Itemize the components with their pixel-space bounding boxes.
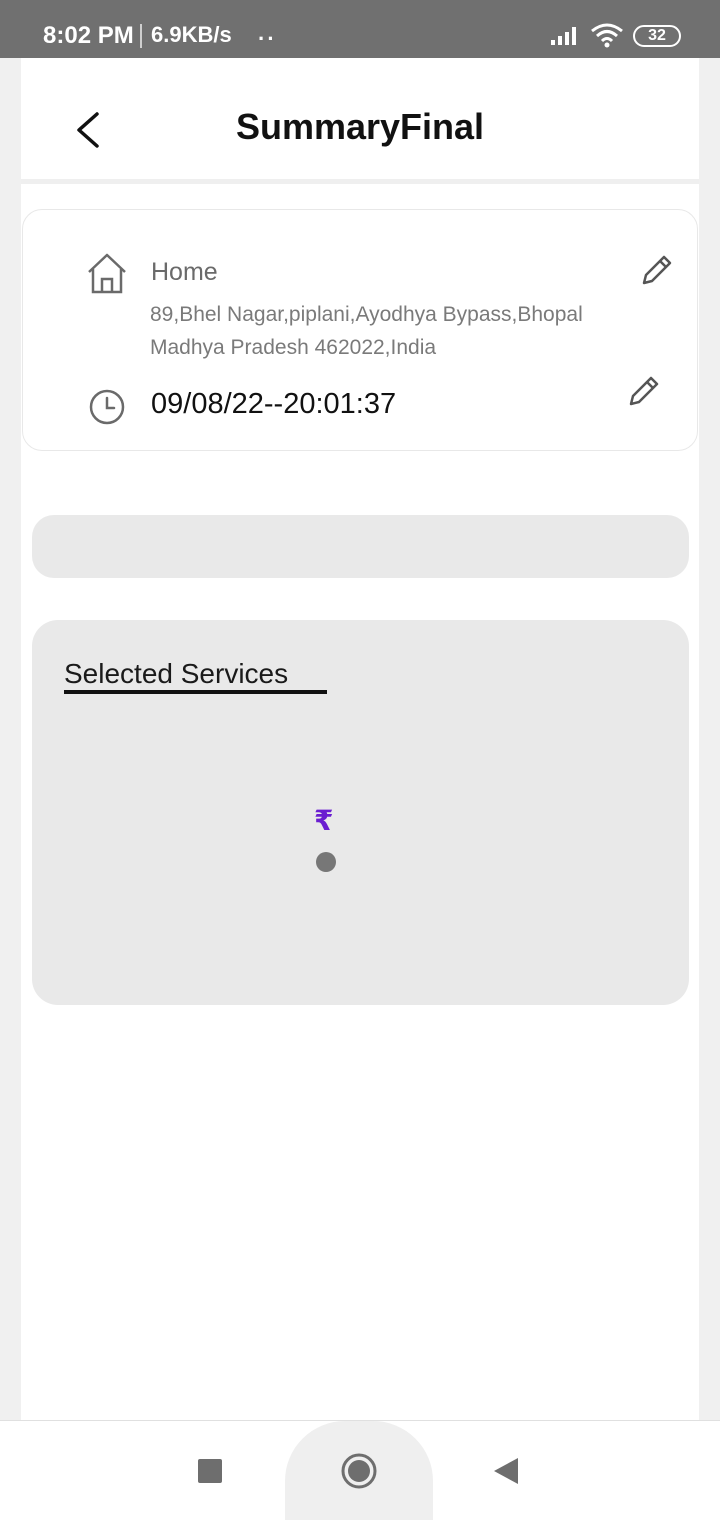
home-button[interactable] [340, 1452, 378, 1490]
schedule-datetime: 09/08/22--20:01:37 [151, 388, 397, 420]
address-line-2: Madhya Pradesh 462022,India [150, 336, 437, 359]
battery-icon: 32 [633, 25, 681, 47]
selected-services-card: Selected Services ₹ [32, 620, 689, 1005]
status-time: 8:02 PM [43, 22, 134, 49]
edit-datetime-pencil-icon[interactable] [627, 374, 661, 408]
address-card: Home 89,Bhel Nagar,piplani,Ayodhya Bypas… [22, 209, 698, 451]
summary-screen: SummaryFinal Home 89,Bhel Nagar,piplani,… [21, 58, 699, 1420]
address-line-1: 89,Bhel Nagar,piplani,Ayodhya Bypass,Bho… [150, 303, 583, 326]
title-underline [64, 690, 327, 694]
selected-services-title: Selected Services [64, 658, 289, 689]
notification-dots: ·· [258, 26, 277, 51]
placeholder-bar [32, 515, 689, 578]
home-icon [88, 253, 126, 294]
system-navigation-bar [0, 1420, 720, 1520]
back-nav-button[interactable] [492, 1456, 520, 1486]
loading-indicator [316, 852, 336, 872]
status-divider [140, 24, 142, 48]
recent-apps-button[interactable] [198, 1459, 222, 1483]
status-bar: 8:02 PM 6.9KB/s ·· 32 [0, 0, 720, 58]
rupee-icon: ₹ [314, 805, 334, 836]
app-header: SummaryFinal [21, 58, 699, 184]
address-label: Home [151, 258, 218, 286]
back-button[interactable] [69, 106, 109, 154]
page-title: SummaryFinal [235, 106, 485, 147]
wifi-icon [591, 23, 623, 48]
edit-address-pencil-icon[interactable] [640, 253, 674, 287]
clock-icon [89, 389, 125, 425]
network-speed: 6.9KB/s [151, 22, 232, 47]
signal-icon [551, 27, 576, 45]
